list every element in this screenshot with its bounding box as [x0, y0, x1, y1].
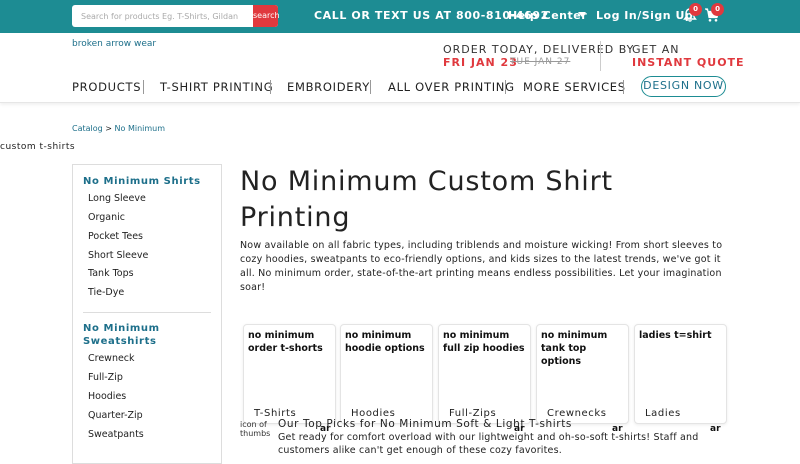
- category-card-tshirts[interactable]: no minimum order t-shorts T-Shirts: [243, 324, 336, 424]
- sidebar-heading-shirts[interactable]: No Minimum Shirts: [83, 175, 201, 188]
- sidebar-item-tie-dye[interactable]: Tie-Dye: [88, 287, 124, 298]
- sidebar-item-tank-tops[interactable]: Tank Tops: [88, 268, 134, 279]
- category-card-full-zips[interactable]: no minimum full zip hoodies Full-Zips: [438, 324, 531, 424]
- nav-separator: [623, 80, 624, 94]
- breadcrumb: Catalog > No Minimum: [72, 124, 165, 133]
- search-box: [72, 5, 278, 27]
- breadcrumb-catalog[interactable]: Catalog: [72, 124, 103, 133]
- quote-line-1[interactable]: GET AN: [632, 43, 679, 56]
- card-image-alt: ladies t=shirt: [639, 330, 712, 341]
- category-card-hoodies[interactable]: no minimum hoodie options Hoodies: [340, 324, 433, 424]
- nav-more-services[interactable]: MORE SERVICES: [523, 80, 626, 94]
- nav-products[interactable]: PRODUCTS: [72, 80, 141, 94]
- breadcrumb-current[interactable]: No Minimum: [115, 124, 166, 133]
- thumbs-icon-alt: icon of thumbs: [240, 420, 271, 438]
- category-card-crewnecks[interactable]: no minimum tank top options Crewnecks: [536, 324, 629, 424]
- nav-embroidery[interactable]: EMBROIDERY: [287, 80, 370, 94]
- card-image-alt: no minimum order t-shorts: [248, 330, 323, 354]
- sidebar-heading-sweatshirts[interactable]: No Minimum Sweatshirts: [83, 322, 203, 348]
- nav-separator: [505, 80, 506, 94]
- search-input[interactable]: [72, 5, 252, 27]
- sidebar-item-organic[interactable]: Organic: [88, 212, 125, 223]
- notification-count-badge: 0: [689, 3, 702, 16]
- login-signup-link[interactable]: Log In/Sign Up: [596, 9, 693, 22]
- top-bar: search CALL OR TEXT US AT 800-810-4692 H…: [0, 0, 800, 33]
- order-delivery-text: ORDER TODAY, DELIVERED BY: [443, 43, 635, 56]
- section-description: Get ready for comfort overload with our …: [278, 432, 699, 456]
- nav-separator: [143, 80, 144, 94]
- nav-all-over-printing[interactable]: ALL OVER PRINTING: [388, 80, 515, 94]
- search-button[interactable]: search: [253, 5, 280, 27]
- header-divider: [600, 41, 601, 71]
- sidebar-item-quarter-zip[interactable]: Quarter-Zip: [88, 410, 143, 421]
- help-center-menu[interactable]: Help Center: [508, 9, 587, 22]
- sidebar-item-full-zip[interactable]: Full-Zip: [88, 372, 123, 383]
- nav-tshirt-printing[interactable]: T-SHIRT PRINTING: [160, 80, 273, 94]
- nav-separator: [270, 80, 271, 94]
- delivery-date: FRI JAN 23: [443, 56, 518, 69]
- sidebar-item-crewneck[interactable]: Crewneck: [88, 353, 135, 364]
- page-description: Now available on all fabric types, inclu…: [240, 240, 723, 293]
- chevron-down-icon[interactable]: [578, 12, 586, 17]
- sidebar-item-long-sleeve[interactable]: Long Sleeve: [88, 193, 146, 204]
- category-sidebar: No Minimum Shirts Long Sleeve Organic Po…: [72, 164, 222, 464]
- card-label[interactable]: Ladies: [645, 408, 681, 419]
- hero-image-alt: custom t-shirts: [0, 142, 76, 152]
- old-delivery-date: TUE JAN 27: [510, 57, 571, 67]
- sidebar-item-pocket-tees[interactable]: Pocket Tees: [88, 231, 143, 242]
- breadcrumb-separator: >: [102, 124, 115, 133]
- card-image-alt: no minimum full zip hoodies: [443, 330, 525, 354]
- sidebar-item-sweatpants[interactable]: Sweatpants: [88, 429, 144, 440]
- sidebar-divider: [83, 312, 211, 313]
- cart-count-badge: 0: [711, 3, 724, 16]
- site-header: broken arrow wear ORDER TODAY, DELIVERED…: [0, 33, 800, 103]
- sidebar-item-hoodies[interactable]: Hoodies: [88, 391, 126, 402]
- category-card-ladies[interactable]: ladies t=shirt Ladies: [634, 324, 727, 424]
- nav-separator: [370, 80, 371, 94]
- sidebar-item-short-sleeve[interactable]: Short Sleeve: [88, 250, 148, 261]
- brand-logo-alt[interactable]: broken arrow wear: [72, 39, 156, 49]
- design-now-button[interactable]: DESIGN NOW: [641, 76, 726, 97]
- page-title: No Minimum Custom Shirt Printing: [240, 166, 613, 233]
- card-image-alt: no minimum hoodie options: [345, 330, 425, 354]
- instant-quote-link[interactable]: INSTANT QUOTE: [632, 56, 745, 69]
- card-image-alt: no minimum tank top options: [541, 330, 608, 367]
